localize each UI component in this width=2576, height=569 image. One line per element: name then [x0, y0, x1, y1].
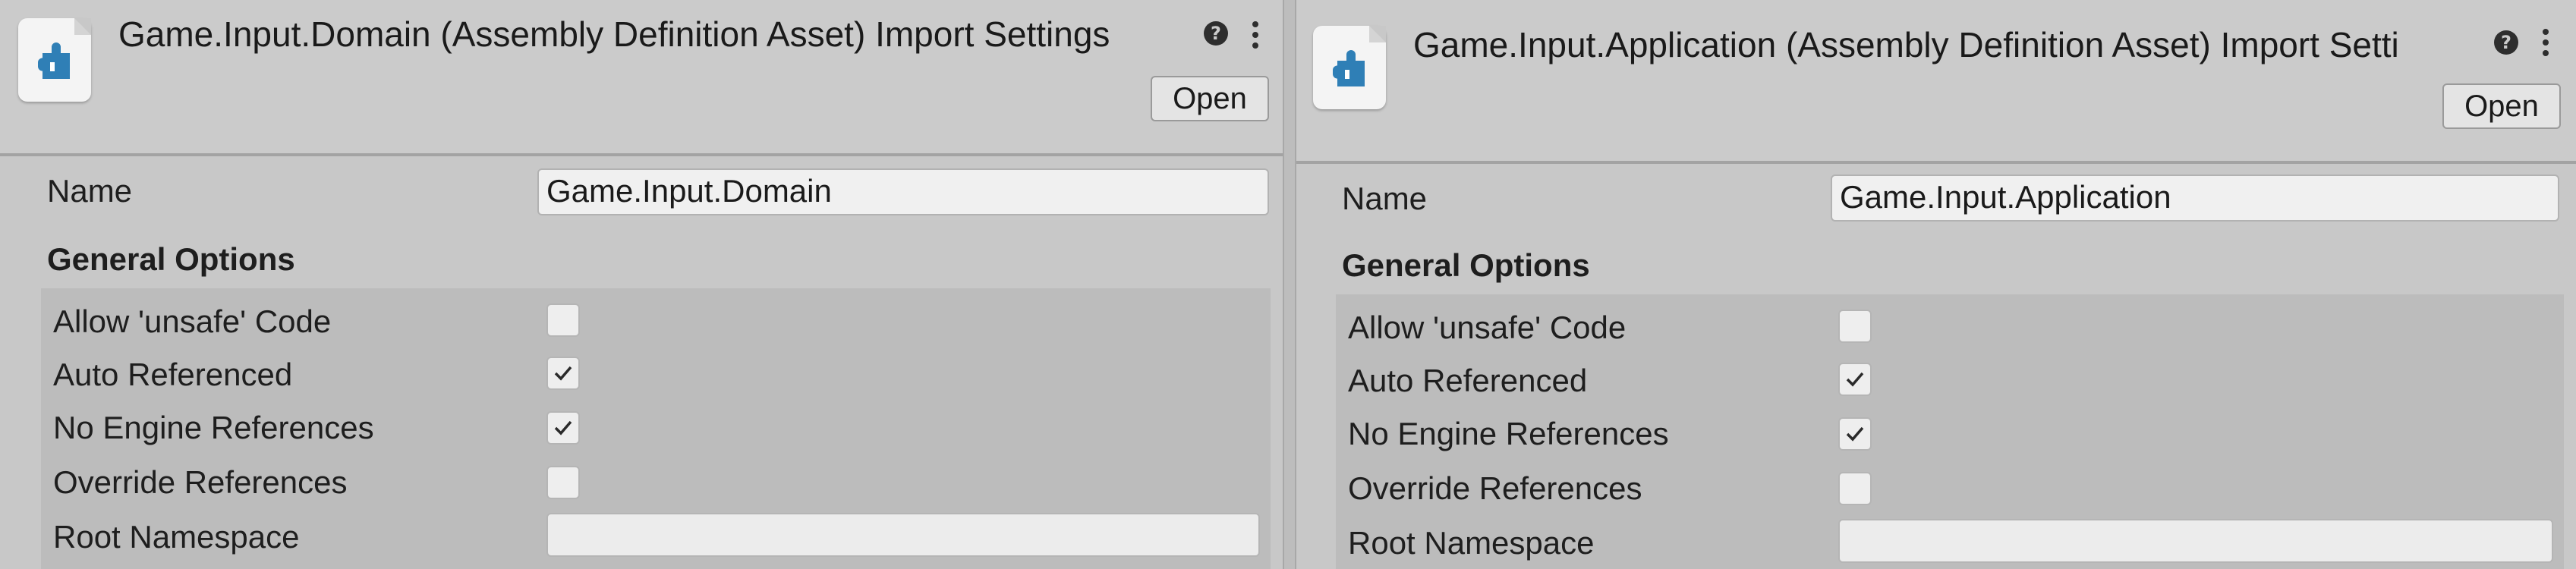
checkmark-icon — [1846, 426, 1864, 442]
assembly-definition-asset-icon — [1313, 26, 1386, 109]
auto-referenced-label: Auto Referenced — [1348, 363, 1588, 398]
checkmark-icon — [1846, 372, 1864, 387]
override-references-checkbox[interactable] — [546, 466, 580, 499]
allow-unsafe-code-label: Allow 'unsafe' Code — [1348, 310, 1627, 345]
panel-splitter[interactable] — [1283, 0, 1296, 569]
no-engine-references-checkbox[interactable] — [546, 411, 580, 445]
override-references-label: Override References — [1348, 470, 1642, 506]
svg-text:?: ? — [2501, 32, 2511, 53]
allow-unsafe-code-checkbox[interactable] — [1838, 310, 1872, 343]
no-engine-references-checkbox[interactable] — [1838, 417, 1872, 451]
auto-referenced-checkbox[interactable] — [546, 357, 580, 390]
open-button[interactable]: Open — [1151, 76, 1269, 121]
root-namespace-field[interactable] — [546, 513, 1260, 557]
auto-referenced-checkbox[interactable] — [1838, 363, 1872, 396]
svg-text:?: ? — [1211, 23, 1221, 44]
name-label: Name — [1342, 181, 1428, 216]
root-namespace-field[interactable] — [1838, 519, 2553, 563]
auto-referenced-label: Auto Referenced — [53, 357, 293, 392]
no-engine-references-label: No Engine References — [53, 410, 374, 445]
inspector-window: Game.Input.Domain (Assembly Definition A… — [0, 0, 2576, 569]
override-references-checkbox[interactable] — [1838, 472, 1872, 505]
help-icon[interactable]: ? — [1202, 20, 1230, 47]
allow-unsafe-code-label: Allow 'unsafe' Code — [53, 303, 332, 339]
import-settings-header: Game.Input.Domain (Assembly Definition A… — [0, 0, 1283, 156]
allow-unsafe-code-checkbox[interactable] — [546, 303, 580, 337]
inspector-title: Game.Input.Domain (Assembly Definition A… — [118, 14, 1110, 54]
inspector-panel-left: Game.Input.Domain (Assembly Definition A… — [0, 0, 1283, 569]
root-namespace-label: Root Namespace — [53, 519, 300, 555]
checkmark-icon — [554, 366, 572, 381]
help-icon[interactable]: ? — [2493, 29, 2520, 56]
open-button[interactable]: Open — [2442, 83, 2561, 129]
kebab-menu-icon[interactable] — [1251, 20, 1260, 50]
no-engine-references-label: No Engine References — [1348, 416, 1669, 451]
name-field[interactable]: Game.Input.Application — [1831, 174, 2559, 222]
checkmark-icon — [554, 420, 572, 435]
root-namespace-label: Root Namespace — [1348, 525, 1595, 561]
kebab-menu-icon[interactable] — [2541, 27, 2550, 58]
override-references-label: Override References — [53, 464, 348, 500]
inspector-title: Game.Input.Application (Assembly Definit… — [1413, 25, 2399, 64]
assembly-definition-asset-icon — [18, 18, 91, 102]
general-options-heading: General Options — [47, 241, 295, 277]
name-field[interactable]: Game.Input.Domain — [537, 168, 1269, 215]
inspector-panel-right: Game.Input.Application (Assembly Definit… — [1296, 0, 2576, 569]
general-options-heading: General Options — [1342, 247, 1590, 283]
import-settings-header: Game.Input.Application (Assembly Definit… — [1296, 0, 2576, 164]
name-label: Name — [47, 173, 133, 209]
